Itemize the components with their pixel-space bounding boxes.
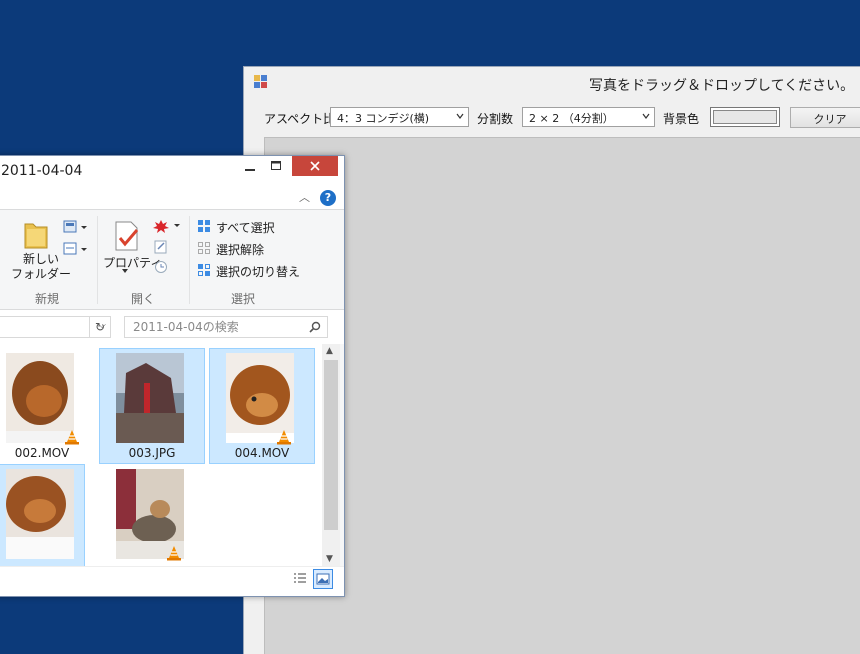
select-all-button[interactable]: すべて選択 bbox=[216, 219, 275, 236]
close-icon bbox=[310, 161, 320, 171]
file-name: 004.MOV bbox=[234, 446, 290, 460]
group-label-open: 開く bbox=[131, 292, 156, 306]
group-separator bbox=[97, 216, 98, 304]
file-list-scrollbar[interactable]: ▲ ▼ bbox=[322, 344, 340, 566]
minimize-button[interactable] bbox=[236, 156, 264, 176]
search-input[interactable] bbox=[125, 317, 295, 337]
maximize-button[interactable] bbox=[262, 156, 290, 176]
refresh-icon: ↻ bbox=[94, 320, 106, 334]
ribbon: 新しい フォルダー 新規 プロパティ 開く すべて選択 選択解除 選択の切り替え… bbox=[0, 210, 344, 310]
easy-access-icon[interactable] bbox=[63, 242, 89, 256]
chevron-down-icon bbox=[642, 113, 650, 119]
help-icon[interactable]: ? bbox=[320, 190, 336, 206]
group-label-new: 新規 bbox=[35, 292, 60, 306]
status-bar bbox=[0, 566, 344, 596]
new-folder-icon bbox=[24, 223, 48, 249]
address-row: ⌵ ↻ bbox=[0, 310, 344, 344]
history-icon[interactable] bbox=[153, 260, 169, 274]
details-view-button[interactable] bbox=[291, 569, 311, 589]
select-all-icon bbox=[198, 220, 210, 232]
open-icon[interactable] bbox=[153, 218, 181, 234]
aspect-ratio-label: アスペクト比 bbox=[264, 112, 336, 126]
minimize-icon bbox=[245, 169, 255, 171]
photo-drop-area[interactable] bbox=[264, 137, 860, 654]
vlc-cone-icon bbox=[277, 430, 291, 445]
background-color-swatch[interactable] bbox=[710, 107, 780, 127]
scroll-down-icon[interactable]: ▼ bbox=[326, 554, 333, 564]
search-icon[interactable] bbox=[309, 321, 321, 333]
background-color-label: 背景色 bbox=[663, 112, 700, 126]
refresh-button[interactable]: ↻ bbox=[89, 316, 111, 338]
split-count-select[interactable]: 2 × 2 （4分割） bbox=[522, 107, 655, 127]
image-thumbnail bbox=[116, 353, 184, 443]
aspect-ratio-value: 4：3 コンデジ(横) bbox=[337, 112, 430, 125]
group-label-select: 選択 bbox=[231, 292, 256, 306]
search-box[interactable] bbox=[124, 316, 328, 338]
photo-app-titlebar[interactable]: 写真をドラッグ＆ドロップしてください。 bbox=[244, 67, 860, 101]
aspect-ratio-select[interactable]: 4：3 コンデジ(横) bbox=[330, 107, 469, 127]
chevron-down-icon bbox=[456, 113, 464, 119]
vlc-cone-icon bbox=[167, 546, 181, 561]
edit-icon[interactable] bbox=[153, 240, 169, 254]
file-tile-002-mov[interactable]: 002.MOV bbox=[0, 348, 95, 464]
window-title: 写真をドラッグ＆ドロップしてください。 bbox=[589, 78, 855, 94]
clear-button[interactable]: クリア bbox=[790, 107, 860, 128]
details-view-icon bbox=[294, 573, 306, 583]
scrollbar-thumb[interactable] bbox=[324, 360, 338, 530]
file-name: 003.JPG bbox=[128, 446, 176, 460]
group-separator bbox=[189, 216, 190, 304]
invert-selection-icon bbox=[198, 264, 210, 276]
chevron-up-icon[interactable]: ︿ bbox=[299, 189, 310, 205]
file-tile-row2-1[interactable] bbox=[0, 464, 85, 566]
large-icons-view-button[interactable] bbox=[313, 569, 333, 589]
app-grid-icon bbox=[254, 75, 268, 89]
vlc-cone-icon bbox=[65, 430, 79, 445]
ribbon-tab-bar: ︿ ? bbox=[0, 186, 344, 210]
select-none-icon bbox=[198, 242, 210, 254]
select-none-button[interactable]: 選択解除 bbox=[216, 241, 264, 258]
file-tile-003-jpg[interactable]: 003.JPG bbox=[99, 348, 205, 464]
explorer-title: 2011-04-04 bbox=[1, 163, 83, 179]
properties-icon bbox=[115, 221, 139, 251]
explorer-titlebar[interactable]: 2011-04-04 bbox=[0, 156, 344, 186]
chevron-down-icon bbox=[122, 269, 128, 273]
new-folder-button[interactable]: 新しい フォルダー bbox=[11, 252, 71, 282]
split-count-label: 分割数 bbox=[477, 112, 514, 126]
video-thumbnail bbox=[6, 469, 74, 559]
settings-toolbar: アスペクト比 4：3 コンデジ(横) 分割数 2 × 2 （4分割） 背景色 ク… bbox=[244, 105, 860, 131]
file-name: 002.MOV bbox=[14, 446, 70, 460]
split-count-value: 2 × 2 （4分割） bbox=[529, 112, 614, 125]
large-icons-view-icon bbox=[316, 573, 330, 585]
invert-selection-button[interactable]: 選択の切り替え bbox=[216, 263, 300, 280]
new-item-icon[interactable] bbox=[63, 220, 89, 234]
close-button[interactable] bbox=[292, 156, 338, 176]
explorer-window: 2011-04-04 ︿ ? 新しい フォルダー 新規 プロパティ 開く すべて… bbox=[0, 155, 345, 597]
file-list: 002.MOV 003.JPG 004.MOV bbox=[0, 344, 322, 566]
maximize-icon bbox=[271, 161, 281, 170]
file-tile-004-mov[interactable]: 004.MOV bbox=[209, 348, 315, 464]
scroll-up-icon[interactable]: ▲ bbox=[326, 346, 333, 356]
file-tile-row2-2[interactable] bbox=[99, 464, 205, 566]
